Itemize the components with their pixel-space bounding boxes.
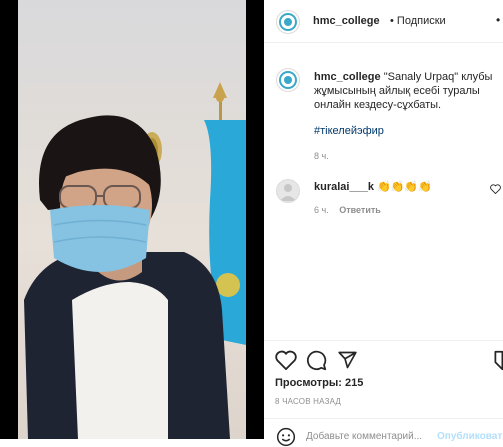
reply-button[interactable]: Ответить xyxy=(339,205,381,215)
author-username[interactable]: hmc_college xyxy=(313,15,380,27)
post-caption: hmc_college "Sanaly Urpaq" клубы жұмысын… xyxy=(314,70,499,112)
share-icon[interactable] xyxy=(337,350,358,370)
video-scene xyxy=(24,82,246,439)
post-sidebar: hmc_college • Подписки • hmc_college "Sa… xyxy=(264,0,503,447)
comment-username[interactable]: kuralai___k xyxy=(314,181,374,193)
divider xyxy=(264,418,503,419)
video-frame xyxy=(18,0,246,439)
post-time-ago: 8 ЧАСОВ НАЗАД xyxy=(275,397,342,406)
follow-status-button[interactable]: • Подписки xyxy=(390,15,446,27)
smiley-icon[interactable] xyxy=(276,427,296,447)
video-player[interactable] xyxy=(0,0,264,439)
user-placeholder-icon xyxy=(280,184,296,201)
heart-icon[interactable] xyxy=(275,350,297,370)
publish-button[interactable]: Опубликовать xyxy=(437,431,503,442)
more-options-icon[interactable]: • xyxy=(496,13,500,27)
caption-avatar[interactable] xyxy=(276,68,300,92)
caption-timestamp: 8 ч. xyxy=(314,151,329,161)
college-logo-icon xyxy=(279,13,297,31)
divider xyxy=(264,340,503,341)
bookmark-icon[interactable] xyxy=(493,350,503,371)
comment-like-heart-icon[interactable] xyxy=(490,184,501,194)
commenter-avatar[interactable] xyxy=(276,179,300,203)
caption-username[interactable]: hmc_college xyxy=(314,71,381,83)
comment-icon[interactable] xyxy=(306,350,327,371)
college-logo-icon xyxy=(279,71,297,89)
comment-meta: 6 ч. Ответить xyxy=(314,205,381,215)
comment-text: 👏👏👏👏 xyxy=(377,181,432,193)
comment-timestamp: 6 ч. xyxy=(314,205,329,215)
post-header: hmc_college • Подписки • xyxy=(264,0,503,43)
author-avatar[interactable] xyxy=(276,10,300,34)
view-count[interactable]: Просмотры: 215 xyxy=(275,377,363,389)
comment-item: kuralai___k 👏👏👏👏 xyxy=(314,180,432,193)
comment-input[interactable]: Добавьте комментарий... xyxy=(306,431,422,442)
hashtag-link[interactable]: #тікелейэфир xyxy=(314,125,384,137)
